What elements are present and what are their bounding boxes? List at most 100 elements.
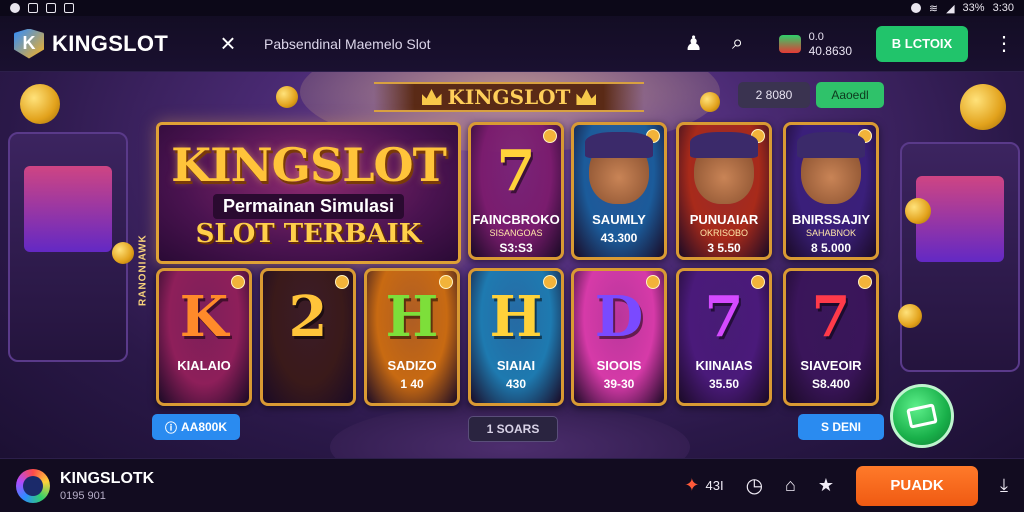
info-icon: ⓘ (164, 420, 177, 435)
coin-decor (960, 84, 1006, 130)
hot-badge-icon (439, 275, 453, 289)
game-card-art (582, 132, 656, 207)
bottom-cta-button[interactable]: PUADK (856, 465, 979, 506)
hot-badge-icon (335, 275, 349, 289)
hot-badge-icon (231, 275, 245, 289)
game-card[interactable]: 7 SIAVEOIR S8.400 (783, 268, 879, 406)
hot-badge-icon (543, 129, 557, 143)
top-cta-button[interactable]: B LCTOIX (876, 25, 968, 62)
balance-amount: 40.8630 (808, 43, 852, 58)
user-id: 0195 901 (60, 489, 106, 502)
hero-title: KINGSLOT (171, 137, 447, 192)
gift-icon: ⌂ (785, 475, 796, 495)
wifi-icon: ≋ (928, 2, 939, 15)
close-button[interactable]: × (216, 30, 240, 56)
game-card-name: SIAVEOIR (800, 358, 862, 373)
top-actions: ♟ ⌕ 0.0 40.8630 B LCTOIX ⋮ (681, 25, 1014, 62)
flame-icon: ✦ (684, 475, 700, 495)
search-icon[interactable]: ⌕ (725, 31, 751, 57)
game-card-name: PUNUAIAR (689, 212, 759, 227)
coin-decor (20, 84, 60, 124)
banner-title: KINGSLOT (374, 82, 644, 112)
mini-button-right[interactable]: Aaoedl (816, 82, 884, 108)
chat-fab-button[interactable] (890, 384, 954, 448)
game-card[interactable]: 7 KIINAIAS 35.50 (676, 268, 772, 406)
game-card-name: BNIRSSAJIY (791, 212, 871, 227)
status-time: 3:30 (992, 2, 1014, 14)
game-card-value: 43.300 (600, 231, 638, 245)
game-card-art: D (594, 284, 644, 350)
game-card[interactable]: 2 (260, 268, 356, 406)
game-card-art (687, 132, 761, 207)
bottom-bar: KINGSLOTK 0195 901 ✦ 43I ◷ ⌂ ★ PUADK ⤓ (0, 458, 1024, 512)
hot-badge-icon (858, 275, 872, 289)
page-label: Pabsendinal Maemelo Slot (264, 35, 431, 52)
game-card[interactable]: H SIAIAI 430 (468, 268, 564, 406)
game-card[interactable]: 7 FAINCBROKO SISANGOAS S3:S3 (468, 122, 564, 260)
coin-decor (905, 198, 931, 224)
user-info: KINGSLOTK 0195 901 (60, 470, 154, 502)
game-card-value: S3:S3 (499, 241, 533, 255)
game-card-name: SIOOIS (596, 358, 642, 373)
game-card[interactable]: SAUMLY 43.300 (571, 122, 667, 260)
game-card-value: 39-30 (603, 377, 635, 391)
download-button[interactable]: ⤓ (1000, 475, 1008, 496)
ticket-icon (906, 403, 938, 429)
game-card-value: 430 (505, 377, 527, 391)
clock-icon: ◷ (745, 475, 764, 497)
profile-icon[interactable]: ♟ (681, 31, 707, 57)
crown-icon (421, 89, 442, 105)
game-card-art: 2 (288, 284, 328, 350)
game-card-art: H (489, 284, 543, 350)
game-card-art: 7 (496, 138, 536, 204)
room-button-center[interactable]: 1 SOARS (468, 416, 558, 442)
hot-badge-icon (543, 275, 557, 289)
game-card-name: SAUMLY (592, 212, 646, 227)
gallery-icon (46, 3, 56, 13)
game-card-value: 3 5.50 (707, 241, 741, 255)
more-menu-icon[interactable]: ⋮ (994, 31, 1014, 56)
game-card[interactable]: D SIOOIS 39-30 (571, 268, 667, 406)
game-card[interactable]: H SADIZO 1 40 (364, 268, 460, 406)
gift-button[interactable]: ⌂ (785, 475, 796, 496)
room-button-left-label: AA800K (180, 420, 228, 434)
status-left-icons (10, 3, 74, 13)
hero-subtitle-2: SLOT TERBAIK (195, 218, 422, 249)
wallet-icon (778, 34, 801, 53)
balance-label: 0.0 (808, 30, 824, 43)
game-card-name: KIINAIAS (695, 358, 753, 373)
room-button-left[interactable]: ⓘ AA800K (152, 414, 240, 440)
game-card[interactable]: K KIALAIO (156, 268, 252, 406)
download-icon: ⤓ (1000, 475, 1008, 495)
coin-decor (276, 86, 298, 108)
alarm-icon (910, 3, 921, 13)
brand-logo-icon: K (14, 28, 44, 59)
brand-name: KINGSLOT (52, 30, 169, 56)
game-card[interactable]: BNIRSSAJIY SAHABNOK 8 5.000 (783, 122, 879, 260)
history-button[interactable]: ◷ (746, 473, 763, 498)
slot-machine-decor-right (900, 142, 1020, 372)
hero-banner[interactable]: KINGSLOT Permainan Simulasi SLOT TERBAIK (156, 122, 461, 264)
top-app-bar: K KINGSLOT × Pabsendinal Maemelo Slot ♟ … (0, 16, 1024, 72)
mini-button-left[interactable]: 2 8080 (738, 82, 810, 108)
star-icon: ★ (817, 475, 835, 495)
balance-display[interactable]: 0.0 40.8630 (778, 30, 852, 58)
stat-button[interactable]: ✦ 43I (684, 475, 723, 496)
game-card[interactable]: PUNUAIAR OKRISOBO 3 5.50 (676, 122, 772, 260)
game-card-name: KIALAIO (177, 358, 231, 373)
banner-title-text: KINGSLOT (447, 85, 571, 109)
room-button-right[interactable]: S DENI (798, 414, 884, 440)
game-card-name: SIAIAI (496, 358, 536, 373)
avatar[interactable] (16, 468, 50, 503)
favorite-button[interactable]: ★ (818, 475, 834, 496)
game-card-subtitle: SAHABNOK (805, 228, 856, 238)
brand[interactable]: K KINGSLOT (14, 28, 194, 59)
game-card-value: S8.400 (811, 377, 851, 391)
character-portrait-icon (690, 132, 758, 204)
user-name: KINGSLOTK (60, 469, 155, 487)
game-card-subtitle: SISANGOAS (489, 228, 543, 238)
hot-badge-icon (646, 275, 660, 289)
character-portrait-icon (797, 132, 865, 204)
game-card-value: 1 40 (400, 377, 424, 391)
status-bar: ≋ ◢ 33% 3:30 (0, 0, 1024, 16)
